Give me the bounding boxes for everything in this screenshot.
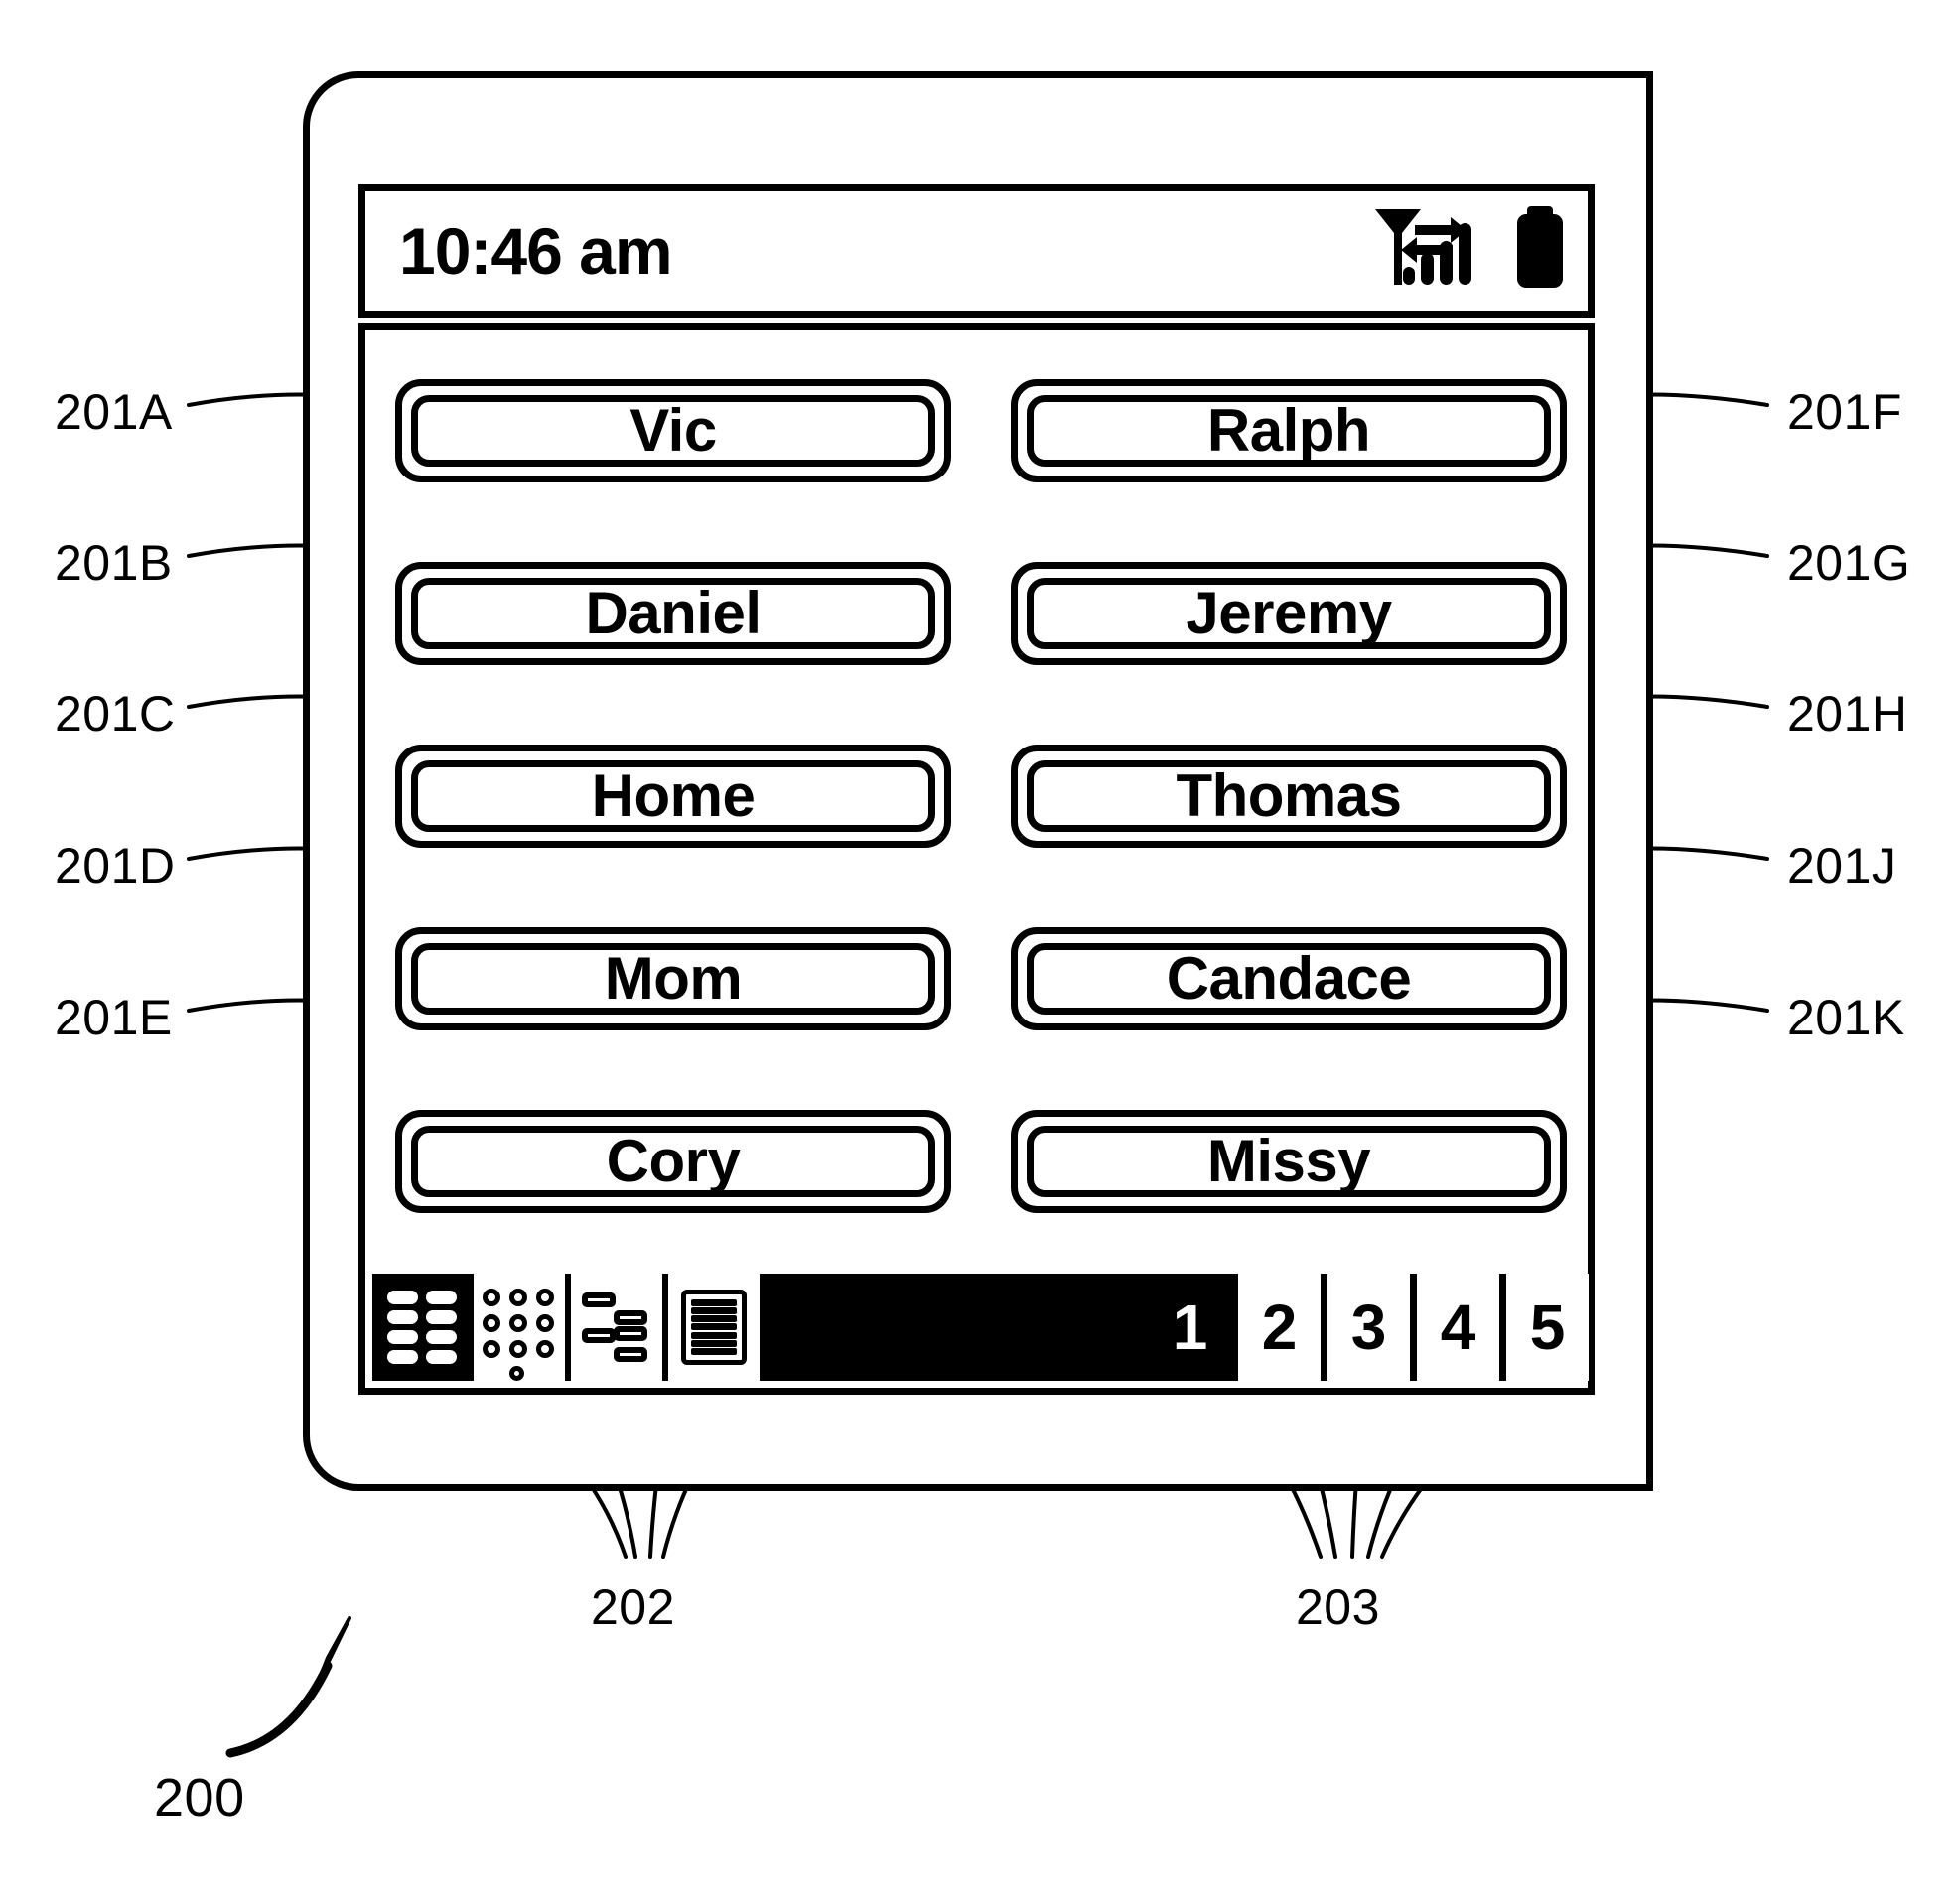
- speed-dial-label: Thomas: [1176, 762, 1402, 829]
- speed-dial-button-201H[interactable]: Thomas: [1011, 745, 1567, 848]
- speed-dial-label: Home: [591, 762, 756, 829]
- speed-dial-button-inner: Jeremy: [1027, 578, 1551, 649]
- screen-content: Vic Ralph Daniel Jeremy Home Thomas Mom …: [358, 323, 1595, 1395]
- page-tab-1[interactable]: 1: [1149, 1274, 1231, 1381]
- speed-dial-label: Missy: [1206, 1128, 1371, 1194]
- speed-dial-button-inner: Candace: [1027, 943, 1551, 1015]
- ref-label-201G: 201G: [1787, 535, 1911, 591]
- toolbar: [372, 1274, 766, 1381]
- speed-dial-button-inner: Mom: [411, 943, 935, 1015]
- contact-list-icon: [681, 1290, 747, 1365]
- clock-text: 10:46 am: [399, 213, 673, 288]
- speed-dial-button-201C[interactable]: Home: [395, 745, 951, 848]
- dial-cell: Daniel: [395, 532, 951, 695]
- speed-dial-button-201J[interactable]: Candace: [1011, 927, 1567, 1030]
- speed-dial-label: Cory: [606, 1128, 741, 1194]
- ref-label-201K: 201K: [1787, 990, 1905, 1045]
- ref-label-201H: 201H: [1787, 686, 1908, 742]
- keypad-icon: [483, 1289, 556, 1381]
- speed-dial-button-201K[interactable]: Missy: [1011, 1110, 1567, 1213]
- speed-dial-button-201F[interactable]: Ralph: [1011, 379, 1567, 482]
- dial-cell: Mom: [395, 897, 951, 1060]
- speed-dial-button-inner: Daniel: [411, 578, 935, 649]
- dial-cell: Missy: [1011, 1080, 1567, 1243]
- ref-label-201A: 201A: [55, 384, 173, 440]
- bottom-bar: 1 2 3 4 5: [372, 1274, 1595, 1381]
- status-icon-group: [1373, 205, 1564, 296]
- speed-dial-button-201B[interactable]: Daniel: [395, 562, 951, 665]
- speed-dial-button-inner: Cory: [411, 1126, 935, 1197]
- signal-strength-icon: [1373, 205, 1494, 296]
- speed-dial-button-inner: Thomas: [1027, 760, 1551, 832]
- speed-dial-label: Mom: [604, 945, 743, 1012]
- dial-cell: Vic: [395, 349, 951, 512]
- page-tab-bar: 1 2 3 4 5: [1142, 1274, 1595, 1381]
- dial-cell: Candace: [1011, 897, 1567, 1060]
- speed-dial-button-inner: Home: [411, 760, 935, 832]
- speed-dial-button-201E[interactable]: Cory: [395, 1110, 951, 1213]
- toolbar-keypad-button[interactable]: [474, 1274, 565, 1381]
- ref-label-201J: 201J: [1787, 838, 1897, 893]
- call-log-icon: [580, 1291, 653, 1364]
- speed-dial-button-201G[interactable]: Jeremy: [1011, 562, 1567, 665]
- dial-cell: Cory: [395, 1080, 951, 1243]
- speed-dial-label: Jeremy: [1186, 580, 1392, 646]
- speed-dial-label: Daniel: [585, 580, 762, 646]
- ref-label-201C: 201C: [55, 686, 176, 742]
- ref-label-201B: 201B: [55, 535, 173, 591]
- dial-cell: Thomas: [1011, 715, 1567, 878]
- device-screen: 10:46 am Vic Ralph Daniel Jeremy Home Th…: [358, 184, 1595, 1395]
- ref-label-201D: 201D: [55, 838, 176, 893]
- speed-dial-label: Ralph: [1206, 397, 1371, 464]
- speed-dial-button-201A[interactable]: Vic: [395, 379, 951, 482]
- dial-cell: Home: [395, 715, 951, 878]
- dial-cell: Ralph: [1011, 349, 1567, 512]
- toolbar-speed-dial-button[interactable]: [376, 1274, 468, 1381]
- speed-dial-grid: Vic Ralph Daniel Jeremy Home Thomas Mom …: [395, 349, 1567, 1243]
- speed-dial-button-inner: Vic: [411, 395, 935, 467]
- page-tab-5[interactable]: 5: [1506, 1274, 1589, 1381]
- status-bar: 10:46 am: [358, 184, 1595, 318]
- toolbar-call-log-button[interactable]: [571, 1274, 662, 1381]
- data-transfer-icon: [1401, 217, 1467, 263]
- battery-icon: [1516, 206, 1564, 295]
- page-tab-2[interactable]: 2: [1238, 1274, 1321, 1381]
- speed-dial-button-201D[interactable]: Mom: [395, 927, 951, 1030]
- speed-dial-button-inner: Missy: [1027, 1126, 1551, 1197]
- page-tab-3[interactable]: 3: [1327, 1274, 1410, 1381]
- patent-figure: 201A 201B 201C 201D 201E 201F 201G 201H …: [0, 0, 1956, 1904]
- dial-cell: Jeremy: [1011, 532, 1567, 695]
- speed-dial-button-inner: Ralph: [1027, 395, 1551, 467]
- ref-label-201F: 201F: [1787, 384, 1902, 440]
- ref-label-203: 203: [1296, 1579, 1380, 1635]
- ref-label-200: 200: [154, 1768, 245, 1828]
- ref-label-202: 202: [591, 1579, 675, 1635]
- toolbar-contacts-button[interactable]: [668, 1274, 760, 1381]
- page-tab-4[interactable]: 4: [1417, 1274, 1499, 1381]
- speed-dial-label: Candace: [1166, 945, 1412, 1012]
- ref-label-201E: 201E: [55, 990, 173, 1045]
- speed-dial-label: Vic: [629, 397, 717, 464]
- speed-dial-grid-icon: [387, 1291, 457, 1364]
